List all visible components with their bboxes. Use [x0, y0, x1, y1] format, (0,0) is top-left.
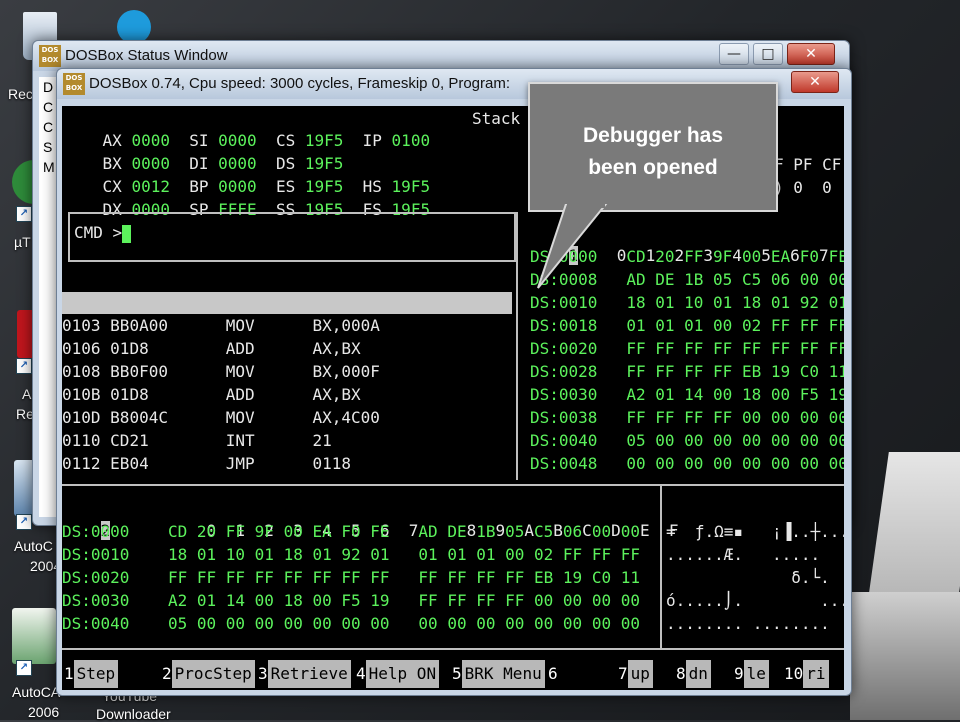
status-window-title: DOSBox Status Window — [65, 47, 228, 64]
right-dump-row[interactable]: DS:0040 05 00 00 00 00 00 00 00 — [530, 430, 844, 452]
bottom-dump-row[interactable]: DS:0000 CD 20 FF 9F 00 EA F0 FE AD DE 1B… — [62, 521, 640, 543]
disasm-row[interactable]: 0106 01D8 ADD AX,BX — [62, 338, 361, 360]
fkey-dn[interactable]: 8 dn — [676, 660, 711, 688]
fkey-brk-menu[interactable]: 5 BRK Menu — [452, 660, 545, 688]
shortcut-arrow-icon: ↗ — [16, 206, 32, 222]
fkey-6[interactable]: 6 — [548, 660, 564, 688]
status-window-titlebar[interactable]: DOS BOX DOSBox Status Window — □ ✕ — [33, 41, 849, 71]
right-dump-row[interactable]: DS:0048 00 00 00 00 00 00 00 00 — [530, 453, 844, 475]
maximize-button[interactable]: □ — [753, 43, 783, 65]
desktop-label-autocad-2006-1: AutoCA — [12, 684, 61, 700]
panel-divider — [516, 212, 518, 480]
panel-divider — [62, 648, 844, 650]
panel-divider — [62, 484, 844, 486]
desktop-wallpaper-shape — [850, 592, 960, 720]
bottom-dump-row[interactable]: DS:0010 18 01 10 01 18 01 92 01 01 01 01… — [62, 544, 640, 566]
command-prompt[interactable]: CMD > — [74, 222, 132, 244]
desktop-label-autocad-2006-2: 2006 — [28, 704, 60, 720]
disasm-row[interactable]: 0110 CD21 INT 21 — [62, 430, 332, 452]
fkey-step[interactable]: 1 Step — [64, 660, 119, 688]
ascii-row: ó.....⌡. .... — [666, 591, 844, 610]
bottom-dump-row[interactable]: DS:0040 05 00 00 00 00 00 00 00 00 00 00… — [62, 613, 640, 635]
shortcut-arrow-icon: ↗ — [16, 660, 32, 676]
right-dump-row[interactable]: DS:0038 FF FF FF FF 00 00 00 00 — [530, 407, 844, 429]
desktop-icon-autocad-2006[interactable]: ↗ — [6, 608, 62, 676]
close-button[interactable]: ✕ — [791, 71, 839, 93]
fkey-help-on[interactable]: 4 Help ON — [356, 660, 440, 688]
stack-label: Stack — [472, 109, 521, 128]
callout-text: Debugger has been opened — [582, 124, 724, 179]
disasm-row[interactable]: 0103 BB0A00 MOV BX,000A — [62, 315, 380, 337]
ascii-row: ......Æ. ..... — [666, 545, 821, 564]
flags-values: ) 0 0 — [774, 178, 832, 197]
ascii-row: ........ ........ — [666, 614, 830, 633]
right-dump-row[interactable]: DS:0020 FF FF FF FF FF FF FF FF — [530, 338, 844, 360]
command-box[interactable] — [68, 212, 516, 262]
ascii-row: = ƒ.Ω≡▪ ¡▐..┼... — [666, 522, 844, 541]
disasm-row-current[interactable]: 0100 B80500 MOV AX,0005 — [62, 292, 512, 334]
fkey-retrieve[interactable]: 3 Retrieve — [258, 660, 351, 688]
ascii-row: δ.└. — [666, 568, 830, 587]
fkey-ri[interactable]: 10 ri — [784, 660, 829, 688]
desktop-label-acrobat-1: A — [22, 386, 32, 402]
autocad-2006-icon — [12, 608, 56, 664]
fkey-le[interactable]: 9 le — [734, 660, 769, 688]
skype-icon — [117, 10, 151, 44]
disasm-row[interactable]: 010B 01D8 ADD AX,BX — [62, 384, 361, 406]
register-row: BX 0000 DI 0000 DS 19F5 — [102, 154, 344, 173]
bottom-dump-header: 2 0 1 2 3 4 5 6 7 8 9 A B C D E F — [100, 521, 679, 540]
desktop-label-utorrent: µT — [14, 234, 31, 250]
text-cursor — [122, 224, 132, 243]
right-dump-row[interactable]: DS:0030 A2 01 14 00 18 00 F5 19 — [530, 384, 844, 406]
right-dump-row[interactable]: DS:0018 01 01 01 00 02 FF FF FF — [530, 315, 844, 337]
desktop-label-recycle: Rec — [8, 86, 33, 102]
disasm-row[interactable]: 0112 EB04 JMP 0118 — [62, 453, 351, 475]
right-dump-row[interactable]: DS:0010 18 01 10 01 18 01 92 01 — [530, 292, 844, 314]
shortcut-arrow-icon: ↗ — [16, 358, 32, 374]
bottom-dump-row[interactable]: DS:0030 A2 01 14 00 18 00 F5 19 FF FF FF… — [62, 590, 640, 612]
annotation-callout: Debugger has been opened — [528, 82, 778, 212]
fkey-procstep[interactable]: 2 ProcStep — [162, 660, 255, 688]
disasm-row[interactable]: 0108 BB0F00 MOV BX,000F — [62, 361, 380, 383]
close-button[interactable]: ✕ — [787, 43, 835, 65]
dosbox-window-title: DOSBox 0.74, Cpu speed: 3000 cycles, Fra… — [89, 75, 511, 92]
fkey-up[interactable]: 7 up — [618, 660, 653, 688]
register-row: CX 0012 BP 0000 ES 19F5 HS 19F5 — [102, 177, 431, 196]
dosbox-icon: DOS BOX — [39, 45, 61, 67]
register-row: DX 0000 SP FFFE SS 19F5 FS 19F5 — [102, 200, 431, 219]
bottom-dump-row[interactable]: DS:0020 FF FF FF FF FF FF FF FF FF FF FF… — [62, 567, 640, 589]
callout-pointer — [537, 204, 608, 289]
shortcut-arrow-icon: ↗ — [16, 514, 32, 530]
desktop-label-autocad-2004-1: AutoC — [14, 538, 53, 554]
disasm-row[interactable]: 010D B8004C MOV AX,4C00 — [62, 407, 380, 429]
dosbox-icon: DOS BOX — [63, 73, 85, 95]
register-row: AX 0000 SI 0000 CS 19F5 IP 0100 — [102, 131, 431, 150]
right-dump-row[interactable]: DS:0028 FF FF FF FF EB 19 C0 11 — [530, 361, 844, 383]
flags-labels: F PF CF — [774, 155, 842, 174]
minimize-button[interactable]: — — [719, 43, 749, 65]
function-key-bar: 1 Step 2 ProcStep 3 Retrieve 4 Help ON 5 BRK… — [62, 660, 844, 688]
